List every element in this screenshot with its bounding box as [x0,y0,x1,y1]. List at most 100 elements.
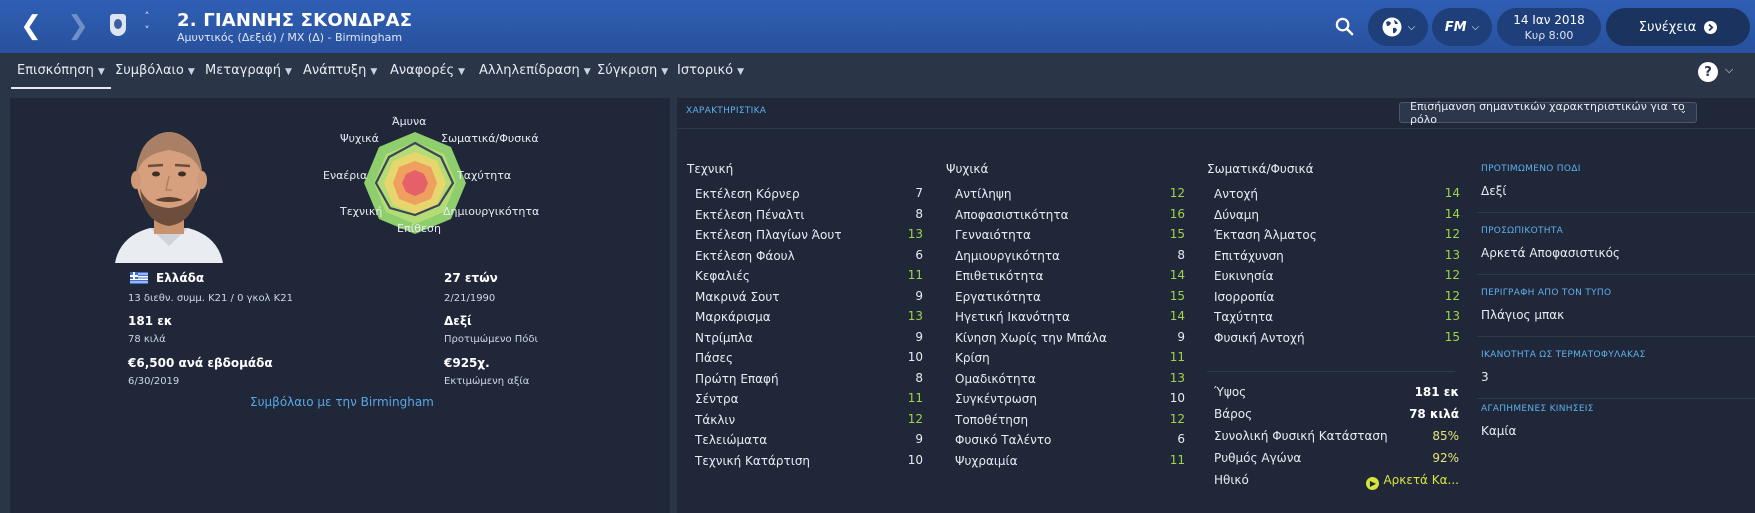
physical-attribute-row[interactable]: Ισορροπία 12 [1214,287,1462,308]
mental-attribute-row[interactable]: Αντίληψη 12 [955,184,1187,205]
attribute-name: Αντίληψη [955,187,1012,201]
tab-development[interactable]: Ανάπτυξη ▼ [303,63,377,78]
tab-history[interactable]: Ιστορικό ▼ [677,63,744,78]
tab-transfer[interactable]: Μεταγραφή ▼ [205,63,292,78]
technical-attribute-row[interactable]: Τελειώματα 9 [695,430,925,451]
mental-attribute-row[interactable]: Γενναιότητα 15 [955,225,1187,246]
radar-label-physical: Σωματικά/Φυσικά [441,132,539,145]
attribute-name: Εκτέλεση Φάουλ [695,248,795,263]
help-icon[interactable]: ? [1698,62,1718,82]
mental-attribute-row[interactable]: Αποφασιστικότητα 16 [955,205,1187,226]
attribute-value: 12 [1169,411,1185,426]
mental-attribute-row[interactable]: Εργατικότητα 15 [955,287,1187,308]
attribute-name: Κρίση [955,351,990,365]
attribute-name: Δύναμη [1214,207,1260,222]
mental-header: Ψυχικά [946,162,989,176]
chevron-down-icon: ▼ [583,67,591,77]
technical-attribute-row[interactable]: Εκτέλεση Πέναλτι 8 [695,205,925,226]
player-height: 181 εκ [128,314,173,328]
technical-attribute-row[interactable]: Πρώτη Επαφή 8 [695,369,925,390]
technical-attribute-row[interactable]: Ντρίμπλα 9 [695,328,925,349]
technical-attribute-row[interactable]: Τεχνική Κατάρτιση 10 [695,451,925,472]
continue-button[interactable]: Συνέχεια [1606,8,1750,46]
attribute-name: Ταχύτητα [1214,310,1274,324]
divider [677,128,1755,129]
attribute-name: Φυσικό Ταλέντο [955,433,1052,447]
attribute-name: Τεχνική Κατάρτιση [695,453,811,468]
tab-interaction[interactable]: Αλληλεπίδραση ▼ [479,63,591,78]
attribute-value: 13 [1444,247,1460,262]
tab-label: Επισκόπηση [17,63,94,78]
mental-attribute-row[interactable]: Δημιουργικότητα 8 [955,246,1187,267]
physical-attribute-row[interactable]: Αντοχή 14 [1214,184,1462,205]
tab-comparison[interactable]: Σύγκριση ▼ [597,63,668,78]
mental-attribute-row[interactable]: Ψυχραιμία 11 [955,451,1187,472]
physical-attribute-row[interactable]: Επιτάχυνση 13 [1214,246,1462,267]
physical-attribute-row[interactable]: Φυσική Αντοχή 15 [1214,328,1462,349]
technical-attribute-row[interactable]: Τάκλιν 12 [695,410,925,431]
technical-attribute-row[interactable]: Εκτέλεση Κόρνερ 7 [695,184,925,205]
condition-row: Ηθικό ▶ Αρκετά Κα... [1214,470,1459,491]
mental-attribute-row[interactable]: Φυσικό Ταλέντο 6 [955,430,1187,451]
chevron-down-icon: ▼ [370,67,378,77]
technical-attribute-row[interactable]: Μακρινά Σουτ 9 [695,287,925,308]
condition-name: Ηθικό [1214,473,1249,487]
attribute-name: Αντοχή [1214,187,1259,201]
tab-contract[interactable]: Συμβόλαιο ▼ [115,63,195,78]
attribute-value: 9 [915,288,923,303]
mental-attribute-row[interactable]: Ομαδικότητα 13 [955,369,1187,390]
mental-attribute-row[interactable]: Τοποθέτηση 12 [955,410,1187,431]
attribute-value: 15 [1169,288,1185,303]
physical-attribute-row[interactable]: Δύναμη 14 [1214,205,1462,226]
search-icon[interactable] [1335,17,1354,36]
role-highlight-label: Επισήμανση σημαντικών χαρακτηριστικών γι… [1410,99,1685,126]
contract-link[interactable]: Συμβόλαιο με την Birmingham [250,395,434,409]
attribute-name: Ψυχραιμία [955,453,1018,468]
tab-label: Ιστορικό [677,63,734,78]
physical-attribute-row[interactable]: Ευκινησία 12 [1214,266,1462,287]
estimated-value-label: Εκτιμώμενη αξία [444,376,530,387]
fm-logo: FM [1444,19,1467,35]
player-up-down-icon[interactable]: ˄ ˅ [140,10,154,38]
technical-attribute-row[interactable]: Εκτέλεση Πλαγίων Άουτ 13 [695,225,925,246]
attribute-value: 6 [915,247,923,262]
game-date: 14 Ιαν 2018 [1513,13,1585,27]
mental-attribute-row[interactable]: Συγκέντρωση 10 [955,389,1187,410]
technical-attribute-row[interactable]: Πάσες 10 [695,348,925,369]
technical-attribute-row[interactable]: Εκτέλεση Φάουλ 6 [695,246,925,267]
chevron-down-icon: ▼ [458,67,466,77]
detail-label: ΑΓΑΠΗΜΕΝΕΣ ΚΙΝΗΣΕΙΣ [1481,404,1594,414]
weekly-wage: €6,500 ανά εβδομάδα [128,356,273,370]
physical-attribute-row[interactable]: Ταχύτητα 13 [1214,307,1462,328]
attribute-name: Μαρκάρισμα [695,310,771,324]
preferred-foot: Δεξί [444,314,472,328]
arrow-right-circle-icon [1704,20,1718,34]
chevron-down-icon[interactable]: ⌵ [1725,63,1733,77]
technical-attribute-row[interactable]: Κεφαλιές 11 [695,266,925,287]
mental-attribute-row[interactable]: Επιθετικότητα 14 [955,266,1187,287]
attribute-name: Ντρίμπλα [695,330,753,345]
tab-overview[interactable]: Επισκόπηση ▼ [11,63,111,89]
mental-attribute-row[interactable]: Κρίση 11 [955,348,1187,369]
back-arrow-icon[interactable]: ❮ [16,10,46,42]
attribute-value: 15 [1169,227,1185,241]
role-highlight-dropdown[interactable]: Επισήμανση σημαντικών χαρακτηριστικών γι… [1399,99,1697,126]
world-menu-button[interactable]: ⌵ [1368,8,1428,46]
mental-attribute-row[interactable]: Κίνηση Χωρίς την Μπάλα 9 [955,328,1187,349]
attribute-name: Επιτάχυνση [1214,248,1284,263]
attribute-name: Πρώτη Επαφή [695,371,779,386]
attribute-name: Τάκλιν [695,412,736,427]
condition-value: 85% [1432,429,1459,443]
fm-menu-button[interactable]: FM ⌵ [1432,8,1492,46]
technical-attribute-row[interactable]: Μαρκάρισμα 13 [695,307,925,328]
attribute-value: 13 [907,309,923,323]
attribute-name: Ισορροπία [1214,289,1275,304]
attribute-name: Δημιουργικότητα [955,248,1060,263]
game-date-display[interactable]: 14 Ιαν 2018 Κυρ 8:00 [1497,8,1601,46]
tab-reports[interactable]: Αναφορές ▼ [390,63,465,78]
technical-attribute-row[interactable]: Σέντρα 11 [695,389,925,410]
mental-attribute-row[interactable]: Ηγετική Ικανότητα 14 [955,307,1187,328]
forward-arrow-icon[interactable]: ❯ [63,10,93,42]
chevron-down-icon: ⌄ [1679,106,1687,116]
physical-attribute-row[interactable]: Έκταση Άλματος 12 [1214,225,1462,246]
